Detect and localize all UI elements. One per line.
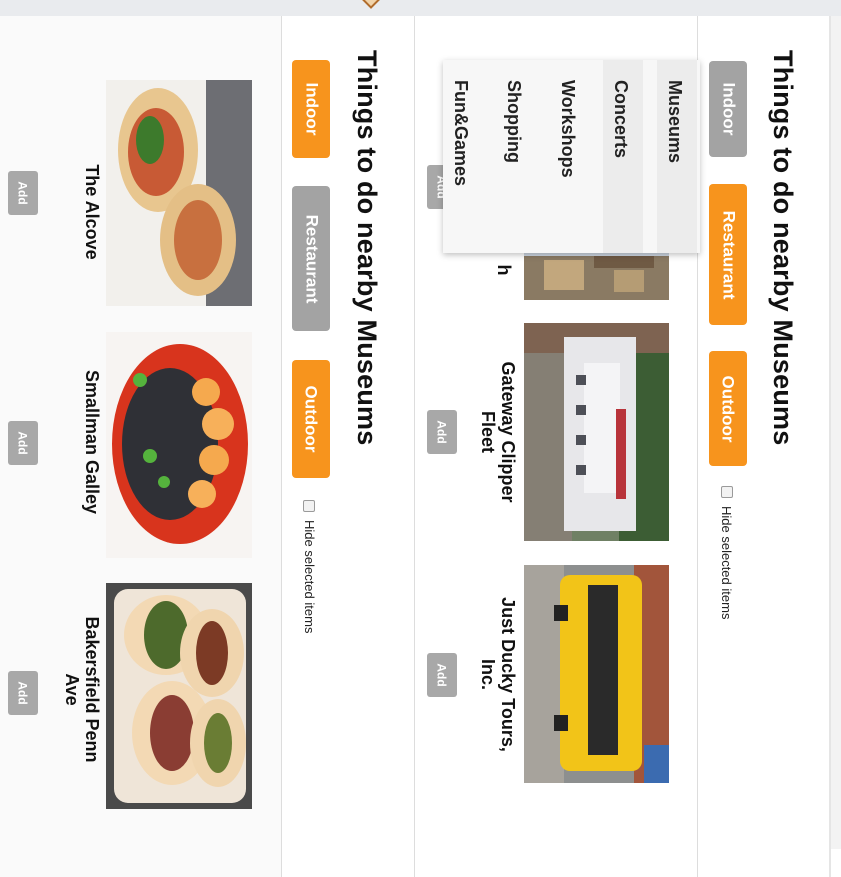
tab-outdoor-label: Outdoor xyxy=(302,385,322,453)
card-title: h xyxy=(494,264,514,276)
dropdown-item-concerts[interactable]: Concerts xyxy=(603,60,643,253)
tab-restaurant[interactable]: Restaurant xyxy=(709,184,747,325)
add-button-label: Add xyxy=(15,431,30,455)
tab-restaurant-label: Restaurant xyxy=(719,210,738,299)
card-photo-smallman-galley[interactable] xyxy=(106,332,252,558)
add-button-smallman-galley[interactable]: Add xyxy=(8,421,38,465)
add-button-label: Add xyxy=(15,181,30,205)
dropdown-item-label: Museums xyxy=(665,80,685,164)
dropdown-item-label: Shopping xyxy=(504,80,524,163)
add-button-bakersfield[interactable]: Add xyxy=(8,671,38,715)
tab-indoor-label: Indoor xyxy=(719,82,739,136)
tab-outdoor[interactable]: Outdoor xyxy=(292,360,330,478)
card-photo-bakersfield[interactable] xyxy=(106,583,252,809)
tab-restaurant[interactable]: Restaurant xyxy=(292,186,330,331)
card-title-the-alcove: The Alcove xyxy=(82,164,102,260)
dropdown-item-shopping[interactable]: Shopping xyxy=(496,60,536,253)
dropdown-item-label: Concerts xyxy=(611,80,631,159)
tab-indoor[interactable]: Indoor xyxy=(709,61,747,157)
add-button-label: Add xyxy=(434,663,449,687)
add-button-just-ducky[interactable]: Add xyxy=(427,653,457,697)
add-button-label: Add xyxy=(434,420,449,444)
dropdown-item-workshops[interactable]: Workshops xyxy=(550,60,590,253)
hide-selected-label: Hide selected items xyxy=(302,520,317,634)
add-button-the-alcove[interactable]: Add xyxy=(8,171,38,215)
dropdown-item-fun-games[interactable]: Fun&Games xyxy=(443,60,483,253)
dropdown-item-label: Workshops xyxy=(558,80,578,178)
hide-selected-label: Hide selected items xyxy=(719,506,734,620)
page-title: Things to do nearby Museums xyxy=(768,50,798,446)
card-photo-just-ducky[interactable] xyxy=(524,565,669,783)
hide-selected-checkbox[interactable] xyxy=(303,500,315,512)
tab-indoor-label: Indoor xyxy=(302,82,322,136)
page-title: Things to do nearby Museums xyxy=(352,50,382,446)
category-dropdown: Museums Concerts Workshops Shopping Fun&… xyxy=(443,60,700,253)
hide-selected-checkbox[interactable] xyxy=(721,486,733,498)
card-photo-the-alcove[interactable] xyxy=(106,80,252,306)
card-title-gateway-clipper: Gateway Clipper Fleet xyxy=(478,361,518,503)
scrollbar[interactable] xyxy=(831,16,841,849)
tab-restaurant-label: Restaurant xyxy=(302,214,321,303)
tab-indoor[interactable]: Indoor xyxy=(292,60,330,158)
dropdown-item-label: Fun&Games xyxy=(451,80,471,187)
card-title-bakersfield: Bakersfield Penn Ave xyxy=(62,616,102,763)
card-title-just-ducky: Just Ducky Tours, Inc. xyxy=(478,597,518,752)
dropdown-item-museums[interactable]: Museums xyxy=(657,60,697,253)
logo-icon xyxy=(362,0,380,14)
top-bar xyxy=(0,0,841,16)
tab-outdoor[interactable]: Outdoor xyxy=(709,351,747,466)
add-button-label: Add xyxy=(15,681,30,705)
card-title-smallman-galley: Smallman Galley xyxy=(82,369,102,515)
add-button-gateway-clipper[interactable]: Add xyxy=(427,410,457,454)
tab-outdoor-label: Outdoor xyxy=(719,374,739,443)
card-photo-gateway-clipper[interactable] xyxy=(524,323,669,541)
